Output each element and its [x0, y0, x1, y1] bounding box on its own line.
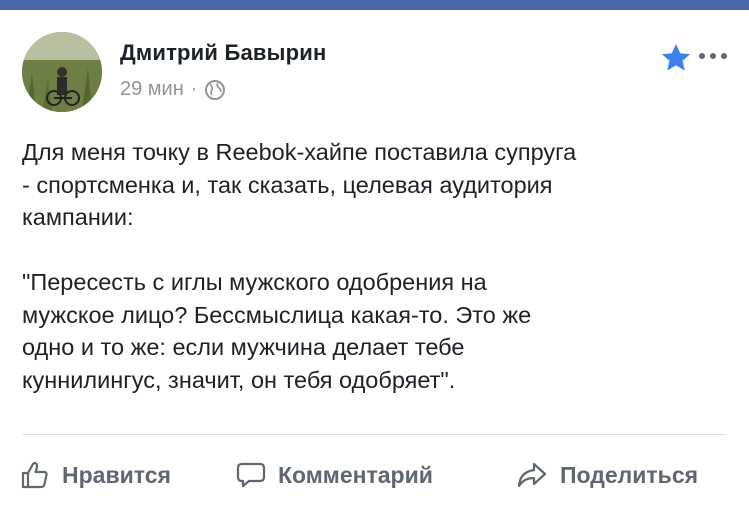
post-body: Для меня точку в Reebok-хайпе поставила …	[22, 136, 722, 396]
share-button[interactable]: Поделиться	[516, 450, 698, 500]
top-bar	[0, 0, 749, 10]
action-bar: Нравится Комментарий Поделиться	[0, 450, 749, 500]
post-meta: 29 мин ·	[120, 78, 226, 101]
author-name[interactable]: Дмитрий Бавырин	[120, 40, 326, 66]
share-label: Поделиться	[560, 461, 699, 488]
globe-icon[interactable]	[204, 79, 226, 101]
post-paragraph-2: "Пересесть с иглы мужского одобрения на …	[22, 269, 532, 393]
divider	[22, 434, 726, 435]
comment-button[interactable]: Комментарий	[236, 450, 433, 500]
star-icon[interactable]	[660, 42, 692, 74]
comment-label: Комментарий	[278, 461, 433, 488]
post-time[interactable]: 29 мин	[120, 78, 184, 101]
meta-separator: ·	[190, 78, 198, 100]
like-button[interactable]: Нравится	[20, 450, 171, 500]
avatar[interactable]	[22, 32, 102, 112]
post-paragraph-1: Для меня точку в Reebok-хайпе поставила …	[22, 139, 577, 230]
post-card: Дмитрий Бавырин 29 мин · Для меня точку …	[0, 10, 749, 525]
more-options-icon[interactable]	[698, 50, 728, 62]
share-arrow-icon	[517, 462, 547, 488]
like-label: Нравится	[62, 461, 171, 488]
comment-icon	[236, 462, 266, 488]
avatar-photo	[22, 32, 102, 112]
thumbs-up-icon	[21, 461, 48, 489]
